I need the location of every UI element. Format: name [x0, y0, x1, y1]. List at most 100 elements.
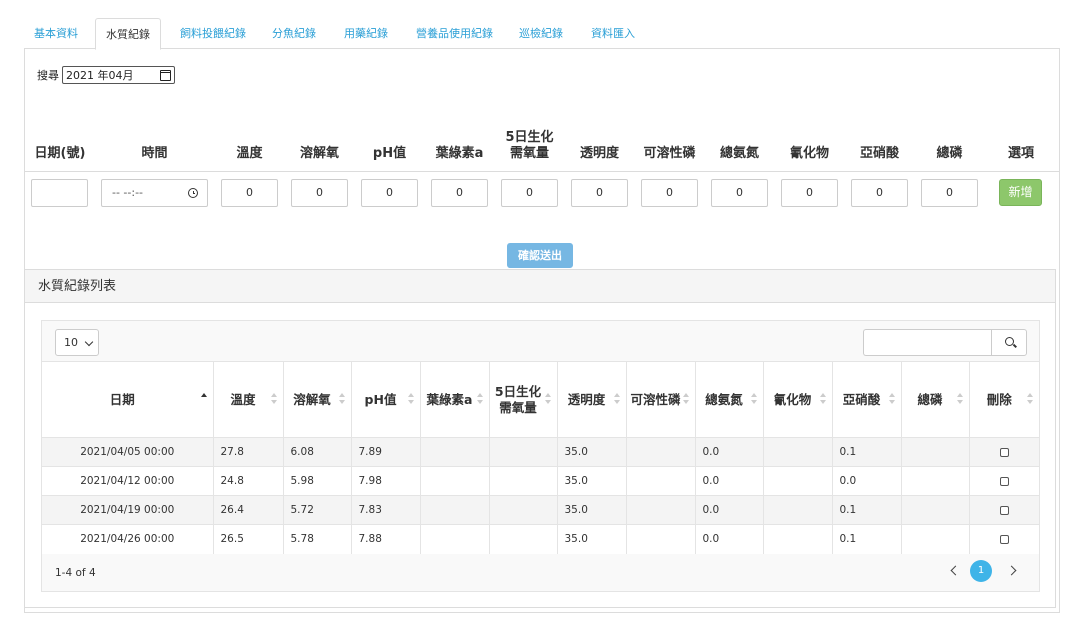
nitrite-input[interactable]: 0 — [851, 179, 908, 207]
page-button-current[interactable]: 1 — [970, 560, 992, 582]
tab-water-quality[interactable]: 水質紀錄 — [95, 18, 161, 50]
tab-inspection[interactable]: 巡檢紀錄 — [509, 18, 573, 49]
table-footer: 1-4 of 4 1 — [42, 555, 1039, 591]
sort-icon — [750, 393, 757, 405]
cell-date: 2021/04/12 00:00 — [42, 466, 213, 496]
chevron-left-icon[interactable] — [950, 565, 961, 576]
cell-bod5 — [488, 495, 557, 525]
tab-basic-info[interactable]: 基本資料 — [24, 18, 88, 49]
cell-total-phosphorus — [900, 524, 969, 554]
cell-cyanide — [762, 437, 832, 467]
table-search-button[interactable] — [991, 329, 1027, 356]
entry-col-ph: pH值 — [372, 146, 407, 161]
col-soluble-phosphorus[interactable]: 可溶性磷 — [625, 361, 695, 438]
entry-col-options: 選項 — [1007, 146, 1034, 161]
entry-col-temperature: 溫度 — [236, 146, 263, 161]
chlorophyll-input[interactable]: 0 — [431, 179, 488, 207]
sort-icon — [956, 393, 963, 405]
cell-nitrite: 0.0 — [831, 466, 901, 496]
tab-data-import[interactable]: 資料匯入 — [581, 18, 645, 49]
cell-total-phosphorus — [900, 466, 969, 496]
cell-temperature: 26.5 — [212, 524, 283, 554]
cell-cyanide — [762, 524, 832, 554]
cell-bod5 — [488, 524, 557, 554]
cell-delete — [968, 524, 1039, 554]
table-info: 1-4 of 4 — [55, 567, 96, 579]
col-ph[interactable]: pH值 — [350, 361, 420, 438]
submit-button[interactable]: 確認送出 — [507, 243, 573, 268]
col-nitrite[interactable]: 亞硝酸 — [831, 361, 901, 438]
cell-date: 2021/04/05 00:00 — [42, 437, 213, 467]
bod5-input[interactable]: 0 — [501, 179, 558, 207]
cell-ph: 7.98 — [350, 466, 420, 496]
col-ammonia[interactable]: 總氨氮 — [694, 361, 763, 438]
col-cyanide[interactable]: 氰化物 — [762, 361, 832, 438]
ammonia-input[interactable]: 0 — [711, 179, 768, 207]
add-button[interactable]: 新增 — [999, 179, 1042, 206]
tab-fish-split[interactable]: 分魚紀錄 — [262, 18, 326, 49]
tab-feeding[interactable]: 飼料投餵紀錄 — [170, 18, 256, 49]
entry-col-soluble-phosphorus: 可溶性磷 — [643, 146, 696, 161]
transparency-input[interactable]: 0 — [571, 179, 628, 207]
calendar-icon[interactable] — [160, 69, 171, 81]
table-row: 2021/04/19 00:00 26.4 5.72 7.83 35.0 0.0… — [42, 495, 1039, 525]
entry-col-transparency: 透明度 — [579, 146, 619, 161]
sort-icon — [544, 393, 551, 405]
col-total-phosphorus[interactable]: 總磷 — [900, 361, 969, 438]
month-input[interactable]: 2021 年04月 — [62, 66, 175, 84]
cell-ammonia: 0.0 — [694, 495, 763, 525]
col-chlorophyll[interactable]: 葉綠素a — [419, 361, 489, 438]
cell-delete — [968, 437, 1039, 467]
table-row: 2021/04/26 00:00 26.5 5.78 7.88 35.0 0.0… — [42, 524, 1039, 554]
entry-col-chlorophyll: 葉綠素a — [435, 146, 484, 161]
col-bod5[interactable]: 5日生化需氧量 — [488, 361, 557, 438]
tab-medication[interactable]: 用藥紀錄 — [334, 18, 398, 49]
month-search: 搜尋 2021 年04月 — [37, 66, 175, 84]
col-dissolved-oxygen[interactable]: 溶解氧 — [282, 361, 351, 438]
table-search-input[interactable] — [863, 329, 991, 356]
temperature-input[interactable]: 0 — [221, 179, 278, 207]
entry-form-header: 日期(號) 時間 溫度 溶解氧 pH值 葉綠素a 5日生化需氧量 透明度 可溶性… — [0, 120, 1080, 170]
col-delete[interactable]: 刪除 — [968, 361, 1039, 438]
chevron-right-icon[interactable] — [1006, 565, 1017, 576]
cell-ph: 7.88 — [350, 524, 420, 554]
dissolved-oxygen-input[interactable]: 0 — [291, 179, 348, 207]
cell-nitrite: 0.1 — [831, 437, 901, 467]
col-transparency[interactable]: 透明度 — [556, 361, 626, 438]
time-input[interactable]: -- --:-- — [101, 179, 208, 207]
cell-date: 2021/04/19 00:00 — [42, 495, 213, 525]
tab-nutrition[interactable]: 營養品使用紀錄 — [406, 18, 503, 49]
cyanide-input[interactable]: 0 — [781, 179, 838, 207]
clock-icon[interactable] — [188, 188, 198, 198]
cell-bod5 — [488, 466, 557, 496]
cell-cyanide — [762, 495, 832, 525]
soluble-phosphorus-input[interactable]: 0 — [641, 179, 698, 207]
cell-delete — [968, 495, 1039, 525]
cell-chlorophyll — [419, 466, 489, 496]
cell-soluble-phosphorus — [625, 524, 695, 554]
cell-ph: 7.89 — [350, 437, 420, 467]
col-date[interactable]: 日期 — [42, 362, 213, 438]
cell-ph: 7.83 — [350, 495, 420, 525]
cell-ammonia: 0.0 — [694, 437, 763, 467]
entry-col-bod5: 5日生化需氧量 — [505, 130, 554, 161]
date-day-input[interactable] — [31, 179, 88, 207]
delete-checkbox[interactable] — [999, 476, 1009, 486]
table-row: 2021/04/12 00:00 24.8 5.98 7.98 35.0 0.0… — [42, 466, 1039, 496]
page-length-select[interactable]: 10 — [55, 329, 99, 356]
cell-temperature: 24.8 — [212, 466, 283, 496]
delete-checkbox[interactable] — [999, 534, 1009, 544]
cell-ammonia: 0.0 — [694, 524, 763, 554]
total-phosphorus-input[interactable]: 0 — [921, 179, 978, 207]
cell-temperature: 26.4 — [212, 495, 283, 525]
delete-checkbox[interactable] — [999, 505, 1009, 515]
records-panel: 水質紀錄列表 10 日期 溫度 溶解氧 pH值 葉綠素a 5日生化需氧量 透明度… — [24, 269, 1056, 608]
cell-chlorophyll — [419, 437, 489, 467]
delete-checkbox[interactable] — [999, 447, 1009, 457]
ph-input[interactable]: 0 — [361, 179, 418, 207]
col-temperature[interactable]: 溫度 — [212, 361, 283, 438]
cell-cyanide — [762, 466, 832, 496]
records-panel-title: 水質紀錄列表 — [25, 270, 1055, 303]
sort-icon — [819, 393, 826, 405]
entry-col-total-phosphorus: 總磷 — [936, 146, 963, 161]
